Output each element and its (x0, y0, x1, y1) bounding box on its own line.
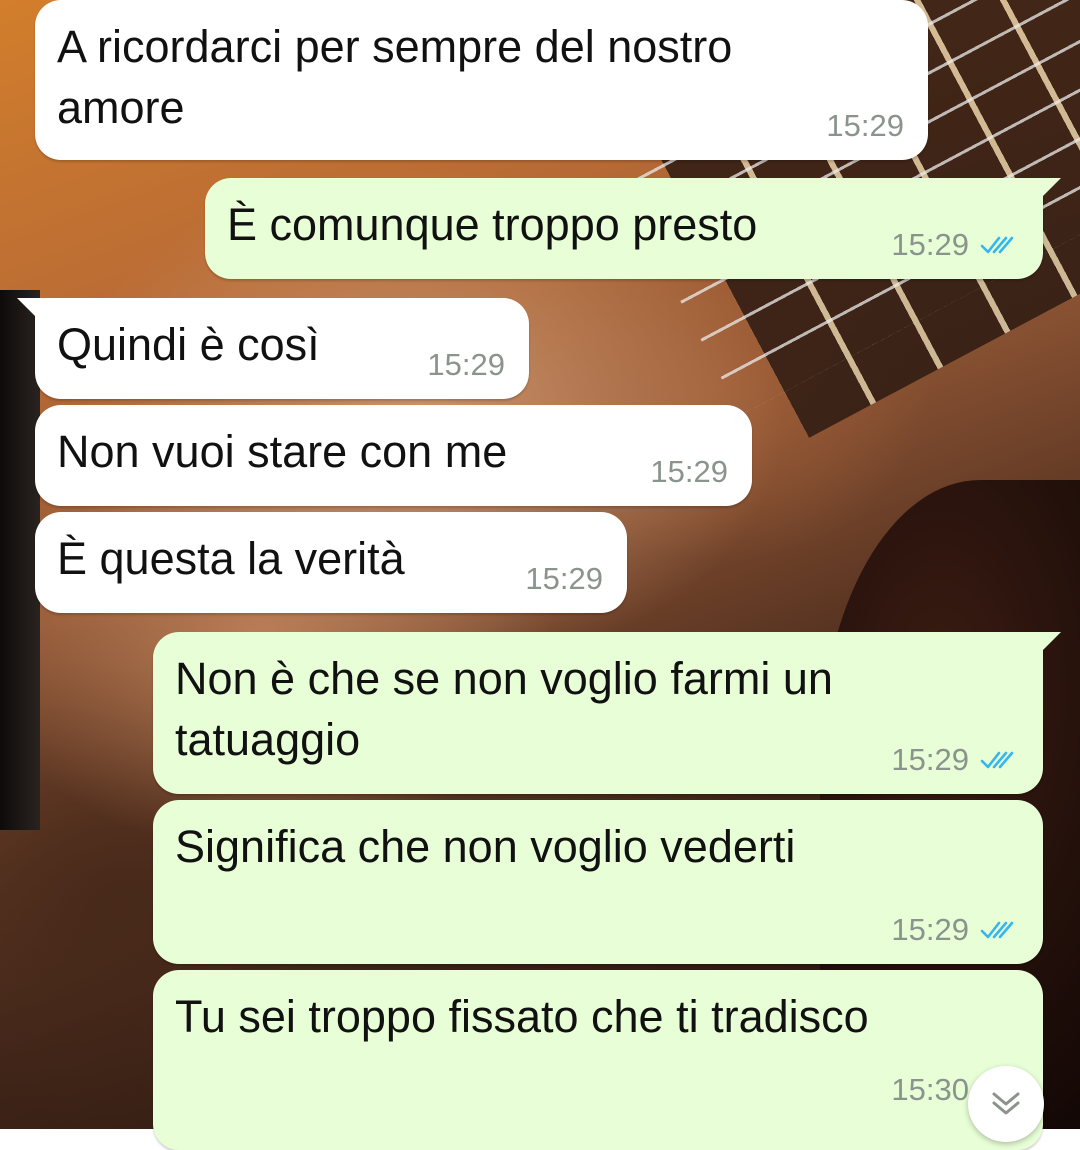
message-time: 15:29 (826, 108, 904, 143)
chevron-down-icon (992, 1092, 1020, 1115)
message-time: 15:29 (891, 742, 969, 777)
message-time: 15:29 (891, 912, 969, 947)
message-time: 15:29 (650, 454, 728, 489)
message-time: 15:29 (525, 561, 603, 596)
message-text: Non è che se non voglio farmi un tatuagg… (175, 653, 833, 765)
message-text: Tu sei troppo fissato che ti tradisco (175, 991, 869, 1042)
message-text: Non vuoi stare con me (57, 426, 508, 477)
double-check-icon (980, 751, 1014, 769)
message-meta: 15:29 (891, 742, 1019, 778)
double-check-icon (980, 921, 1014, 939)
message-time: 15:30 (891, 1072, 969, 1107)
message-text: A ricordarci per sempre del nostro amore (57, 21, 733, 133)
message-bubble-incoming[interactable]: A ricordarci per sempre del nostro amore… (35, 0, 928, 160)
message-time: 15:29 (427, 347, 505, 382)
message-time: 15:29 (891, 227, 969, 262)
message-bubble-incoming[interactable]: È questa la verità 15:29 (35, 512, 627, 613)
wallpaper-shadow (0, 290, 40, 830)
message-meta: 15:29 (427, 347, 505, 383)
message-meta: 15:29 (650, 454, 728, 490)
message-meta: 15:29 (891, 912, 1019, 948)
message-bubble-outgoing[interactable]: Tu sei troppo fissato che ti tradisco 15… (153, 970, 1043, 1150)
double-check-icon (980, 236, 1014, 254)
message-text: Significa che non voglio vederti (175, 821, 796, 872)
message-meta: 15:29 (891, 227, 1019, 263)
message-bubble-outgoing[interactable]: Significa che non voglio vederti 15:29 (153, 800, 1043, 964)
message-bubble-outgoing[interactable]: È comunque troppo presto 15:29 (205, 178, 1061, 279)
message-text: Quindi è così (57, 319, 320, 370)
message-bubble-outgoing[interactable]: Non è che se non voglio farmi un tatuagg… (153, 632, 1061, 794)
scroll-to-bottom-button[interactable] (968, 1066, 1044, 1142)
message-bubble-incoming[interactable]: Non vuoi stare con me 15:29 (35, 405, 752, 506)
message-meta: 15:29 (826, 108, 904, 144)
message-meta: 15:29 (525, 561, 603, 597)
message-bubble-incoming[interactable]: Quindi è così 15:29 (17, 298, 529, 399)
message-text: È comunque troppo presto (227, 199, 758, 250)
message-text: È questa la verità (57, 533, 405, 584)
